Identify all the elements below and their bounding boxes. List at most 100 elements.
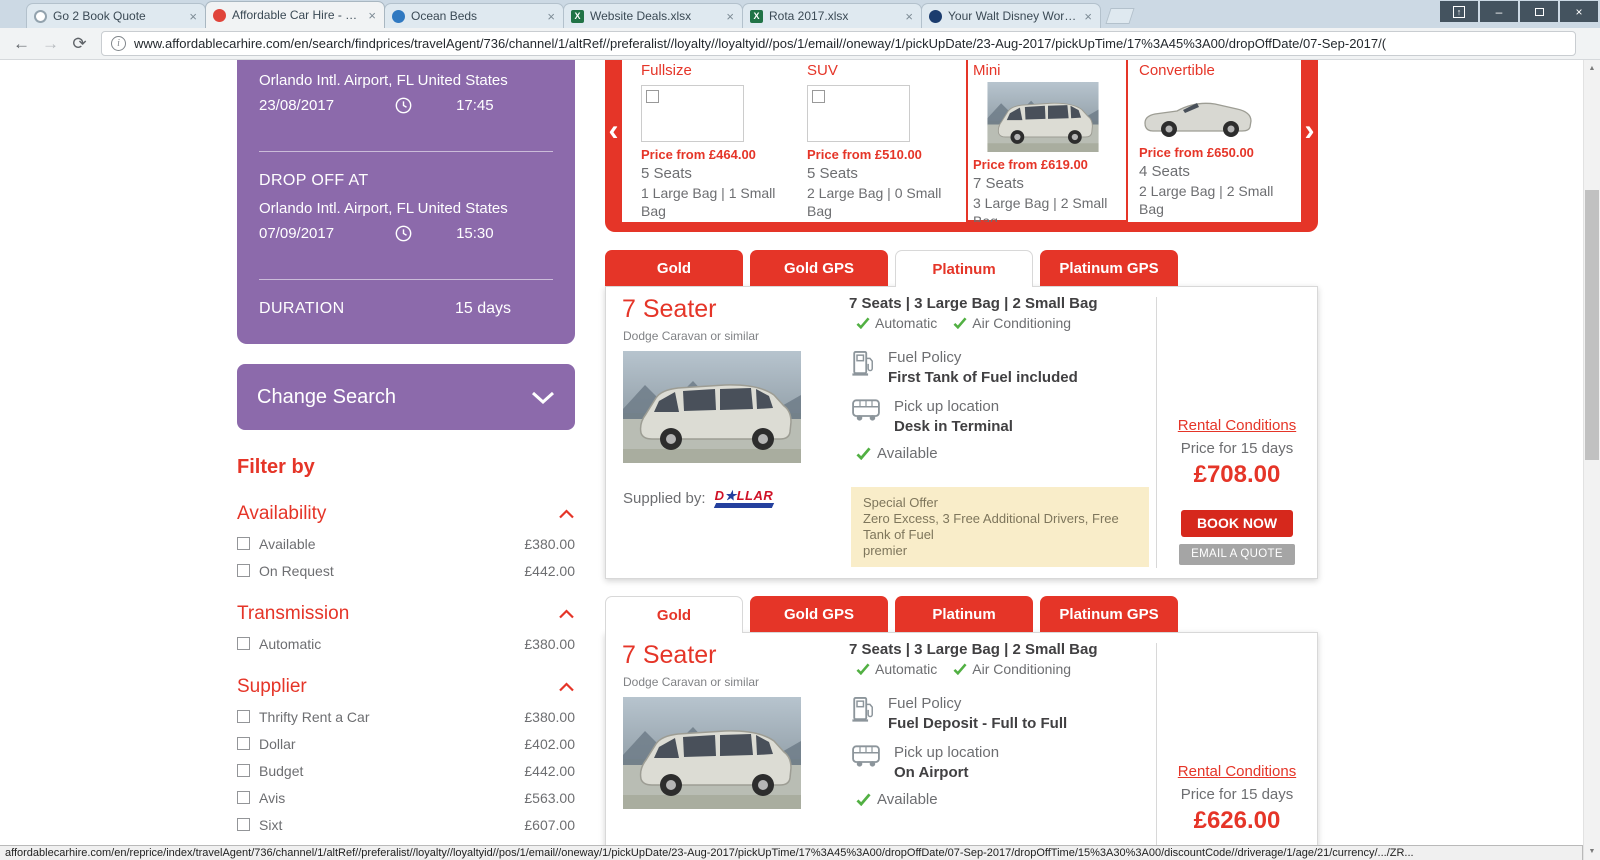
checkbox[interactable] bbox=[237, 791, 250, 804]
result-card-gold: Gold Gold GPS Platinum Platinum GPS 7 Se… bbox=[605, 596, 1318, 845]
checkbox[interactable] bbox=[237, 564, 250, 577]
address-bar[interactable]: i www.affordablecarhire.com/en/search/fi… bbox=[101, 31, 1576, 56]
category-checkbox[interactable] bbox=[812, 90, 825, 103]
logo-letters: LLAR bbox=[736, 488, 774, 503]
feature-label: Air Conditioning bbox=[972, 315, 1072, 331]
filter-option-label: Dollar bbox=[259, 735, 296, 752]
check-icon bbox=[856, 317, 870, 329]
fuel-policy-row: Fuel Policy First Tank of Fuel included bbox=[851, 349, 1078, 386]
checkbox[interactable] bbox=[237, 818, 250, 831]
browser-tab-website-deals[interactable]: X Website Deals.xlsx × bbox=[563, 3, 743, 28]
filter-by-heading: Filter by bbox=[237, 456, 315, 478]
scroll-up-button[interactable]: ▲ bbox=[1584, 60, 1600, 77]
tab-close-icon[interactable]: × bbox=[725, 10, 735, 23]
category-price: Price from £464.00 bbox=[641, 147, 756, 162]
tab-platinum[interactable]: Platinum bbox=[895, 250, 1033, 287]
page-scrollbar[interactable]: ▲ ▼ bbox=[1583, 60, 1600, 860]
checkbox[interactable] bbox=[237, 737, 250, 750]
filter-option-budget: Budget £442.00 bbox=[237, 762, 575, 779]
tab-bar: Go 2 Book Quote × Affordable Car Hire - … bbox=[0, 0, 1600, 28]
checkbox[interactable] bbox=[237, 710, 250, 723]
category-seats: 4 Seats bbox=[1139, 163, 1190, 180]
checkbox[interactable] bbox=[237, 764, 250, 777]
category-price: Price from £650.00 bbox=[1139, 145, 1254, 160]
pickup-time: 17:45 bbox=[456, 97, 494, 114]
filter-section-supplier: Supplier Thrifty Rent a Car £380.00 Doll… bbox=[237, 676, 575, 833]
browser-tab-walt-disney-world[interactable]: Your Walt Disney World ... × bbox=[921, 3, 1101, 28]
tab-close-icon[interactable]: × bbox=[904, 10, 914, 23]
new-tab-button[interactable] bbox=[1105, 8, 1135, 24]
scrollbar-thumb[interactable] bbox=[1585, 190, 1599, 460]
category-seats: 7 Seats bbox=[973, 175, 1024, 192]
browser-tab-affordable-car-hire[interactable]: Affordable Car Hire - Co... × bbox=[205, 1, 385, 28]
checkbox[interactable] bbox=[237, 537, 250, 550]
rental-conditions-link[interactable]: Rental Conditions bbox=[1178, 763, 1296, 780]
browser-tab-go-2-book-quote[interactable]: Go 2 Book Quote × bbox=[26, 3, 206, 28]
book-now-button[interactable]: BOOK NOW bbox=[1181, 510, 1293, 537]
category-card-convertible[interactable]: Convertible Price from £650.00 4 Seats 2… bbox=[1132, 60, 1294, 222]
category-name: Convertible bbox=[1139, 62, 1215, 79]
checkbox[interactable] bbox=[237, 637, 250, 650]
tab-close-icon[interactable]: × bbox=[188, 10, 198, 23]
rental-conditions-link[interactable]: Rental Conditions bbox=[1178, 417, 1296, 434]
convertible-image bbox=[1139, 82, 1259, 140]
filter-option-price: £563.00 bbox=[524, 789, 575, 806]
filter-option-price: £607.00 bbox=[524, 816, 575, 833]
page-info-icon[interactable]: i bbox=[111, 36, 126, 51]
tab-close-icon[interactable]: × bbox=[367, 9, 377, 22]
feature-automatic: Automatic bbox=[856, 661, 937, 677]
filter-section-header[interactable]: Supplier bbox=[237, 676, 575, 698]
chevron-up-icon bbox=[559, 509, 574, 519]
tab-platinum[interactable]: Platinum bbox=[895, 596, 1033, 632]
close-window-button[interactable]: × bbox=[1560, 1, 1598, 22]
change-search-button[interactable]: Change Search bbox=[237, 364, 575, 430]
special-offer-title: Special Offer bbox=[863, 495, 938, 510]
logo-underline bbox=[713, 503, 775, 508]
tab-gold-gps[interactable]: Gold GPS bbox=[750, 250, 888, 286]
shuttle-bus-icon bbox=[851, 744, 881, 768]
tab-title: Affordable Car Hire - Co... bbox=[232, 8, 362, 22]
browser-tab-ocean-beds[interactable]: Ocean Beds × bbox=[384, 3, 564, 28]
back-button[interactable]: ← bbox=[8, 30, 35, 57]
carousel-prev-button[interactable]: ‹ bbox=[605, 60, 622, 232]
browser-tab-rota-2017[interactable]: X Rota 2017.xlsx × bbox=[742, 3, 922, 28]
tab-title: Website Deals.xlsx bbox=[590, 9, 692, 23]
tab-title: Your Walt Disney World ... bbox=[948, 9, 1078, 23]
vehicle-result-card: 7 Seater Dodge Caravan or similar Suppli… bbox=[605, 286, 1318, 579]
check-icon bbox=[953, 317, 967, 329]
category-bags: 2 Large Bag | 0 Small Bag bbox=[807, 185, 942, 219]
vehicle-specs: 7 Seats | 3 Large Bag | 2 Small Bag bbox=[849, 641, 1098, 658]
carousel-next-button[interactable]: › bbox=[1301, 60, 1318, 232]
category-card-mini[interactable]: Mini Price from £619.00 7 Seats 3 Large … bbox=[966, 60, 1128, 222]
filter-option-automatic: Automatic £380.00 bbox=[237, 635, 575, 652]
category-card-fullsize[interactable]: Fullsize Price from £464.00 5 Seats 1 La… bbox=[634, 60, 796, 222]
dollar-logo-text: D★LLAR bbox=[715, 489, 774, 502]
category-checkbox[interactable] bbox=[646, 90, 659, 103]
category-card-suv[interactable]: SUV Price from £510.00 5 Seats 2 Large B… bbox=[800, 60, 962, 222]
minivan-image bbox=[973, 82, 1113, 152]
tab-gold[interactable]: Gold bbox=[605, 596, 743, 633]
tab-platinum-gps[interactable]: Platinum GPS bbox=[1040, 250, 1178, 286]
filter-section-header[interactable]: Transmission bbox=[237, 603, 575, 625]
vehicle-features: Automatic Air Conditioning bbox=[856, 315, 1071, 331]
category-price: Price from £619.00 bbox=[973, 157, 1088, 172]
minimize-button[interactable]: – bbox=[1480, 1, 1518, 22]
vehicle-subtitle: Dodge Caravan or similar bbox=[623, 329, 760, 343]
forward-button[interactable]: → bbox=[37, 30, 64, 57]
reload-button[interactable]: ⟳ bbox=[66, 30, 93, 57]
category-name: Mini bbox=[973, 62, 1001, 79]
tab-gold[interactable]: Gold bbox=[605, 250, 743, 286]
scroll-down-button[interactable]: ▼ bbox=[1584, 843, 1600, 860]
pickup-location-row: Pick up location Desk in Terminal bbox=[851, 398, 1013, 435]
tab-gold-gps[interactable]: Gold GPS bbox=[750, 596, 888, 632]
maximize-button[interactable] bbox=[1520, 1, 1558, 22]
excel-favicon: X bbox=[750, 9, 763, 23]
filter-section-header[interactable]: Availability bbox=[237, 503, 575, 525]
filter-option-price: £442.00 bbox=[524, 562, 575, 579]
tab-close-icon[interactable]: × bbox=[546, 10, 556, 23]
popout-window-button[interactable]: ↑ bbox=[1440, 1, 1478, 22]
tab-close-icon[interactable]: × bbox=[1083, 10, 1093, 23]
filter-option-thrifty: Thrifty Rent a Car £380.00 bbox=[237, 708, 575, 725]
tab-platinum-gps[interactable]: Platinum GPS bbox=[1040, 596, 1178, 632]
email-quote-button[interactable]: EMAIL A QUOTE bbox=[1179, 544, 1295, 565]
